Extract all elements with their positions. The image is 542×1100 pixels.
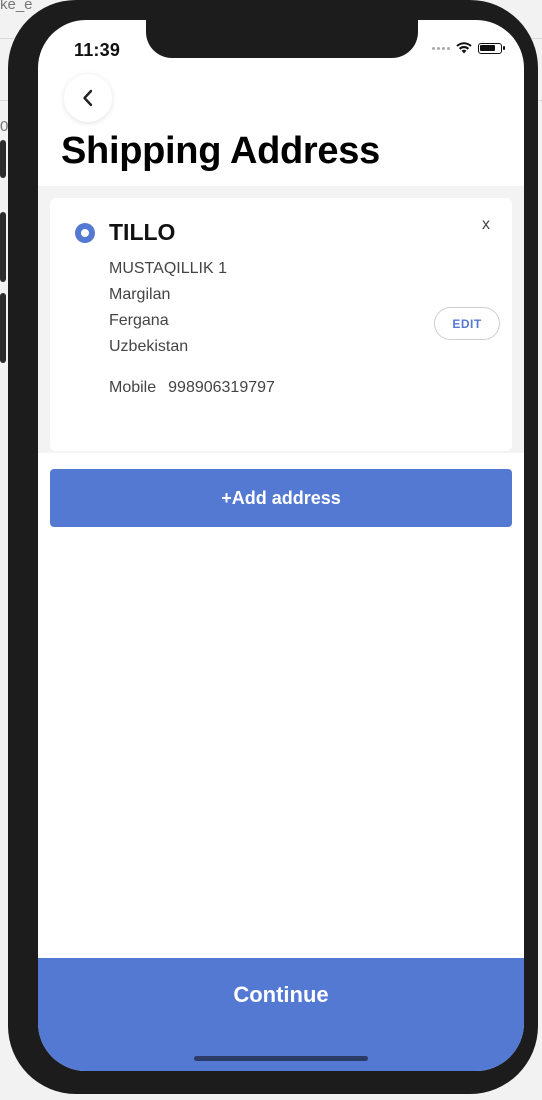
address-city: Margilan: [109, 286, 171, 303]
mobile-row: Mobile 998906319797: [109, 379, 275, 397]
page-title: Shipping Address: [61, 130, 380, 172]
mobile-label: Mobile: [109, 379, 157, 396]
chevron-left-icon: [83, 89, 93, 107]
status-time: 11:39: [74, 40, 121, 60]
add-address-button[interactable]: +Add address: [50, 469, 512, 527]
address-street: MUSTAQILLIK 1: [109, 260, 227, 277]
back-button[interactable]: [64, 74, 112, 122]
status-icons: [432, 42, 505, 54]
address-country: Uzbekistan: [109, 338, 189, 355]
app-screen: 11:39 Shipping Address TILLO x MUSTAQILL…: [38, 20, 524, 1071]
continue-button[interactable]: Continue: [38, 958, 524, 1071]
notch: [146, 20, 418, 58]
address-name: TILLO: [109, 219, 176, 245]
home-indicator: [194, 1056, 368, 1061]
address-card[interactable]: TILLO x MUSTAQILLIK 1 Margilan Fergana U…: [50, 198, 512, 451]
volume-down-button: [0, 293, 6, 363]
mobile-number: 998906319797: [168, 379, 275, 396]
signal-dots-icon: [432, 46, 450, 50]
background-window-text: ke_e: [0, 0, 33, 13]
edit-address-button[interactable]: EDIT: [434, 307, 500, 340]
continue-label: Continue: [233, 982, 329, 1007]
address-select-radio[interactable]: [75, 223, 95, 243]
wifi-icon: [456, 42, 472, 54]
phone-frame: 11:39 Shipping Address TILLO x MUSTAQILL…: [0, 0, 538, 1094]
volume-up-button: [0, 212, 6, 282]
battery-icon: [478, 42, 505, 54]
address-region: Fergana: [109, 312, 169, 329]
delete-address-button[interactable]: x: [482, 216, 490, 234]
mute-switch: [0, 140, 6, 178]
